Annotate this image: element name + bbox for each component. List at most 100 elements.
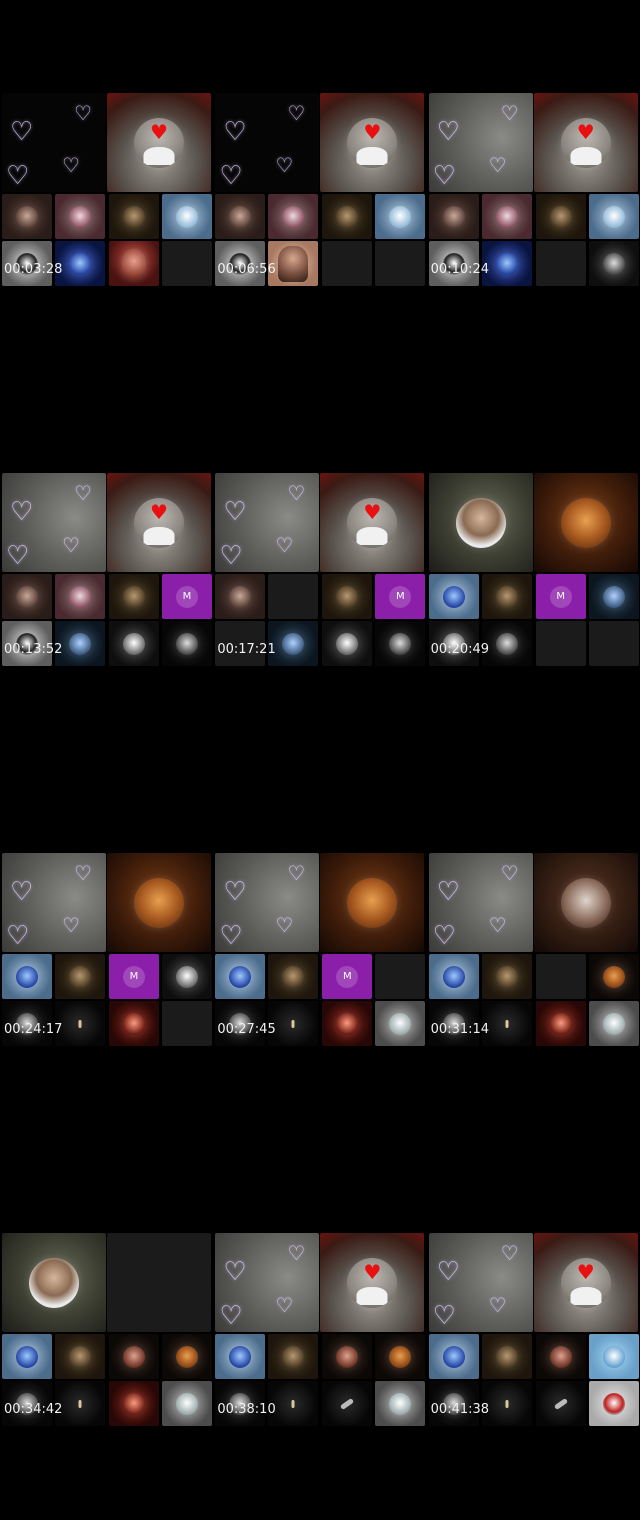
participant-tile-large — [107, 1233, 211, 1332]
heart-bubble-icon: ♡ — [223, 117, 247, 147]
avatar — [176, 205, 198, 228]
avatar — [176, 1345, 198, 1368]
heart-bubble-icon: ♡ — [219, 161, 243, 191]
participant-tile — [268, 194, 319, 239]
camera-video — [278, 245, 309, 282]
avatar — [123, 205, 145, 228]
participant-tile — [268, 621, 319, 666]
avatar — [16, 1345, 38, 1368]
participant-tile-large: ♥ — [320, 1233, 425, 1332]
avatar — [389, 1345, 412, 1368]
heart-bubble-icon: ♡ — [275, 913, 294, 937]
avatar — [495, 205, 518, 228]
participant-tile-large — [2, 1233, 106, 1332]
avatar — [229, 205, 252, 228]
participant-tile — [162, 194, 212, 239]
participant-tile-large: ♡ ♡ ♡ ♡ — [215, 93, 320, 192]
participant-tile — [535, 1001, 586, 1046]
heart-bubble-icon: ♡ — [436, 877, 460, 907]
participant-tile — [162, 1381, 212, 1426]
participant-tile — [55, 1001, 105, 1046]
heart-bubble-icon: ♡ — [488, 153, 507, 177]
participant-tile — [428, 194, 479, 239]
heart-bubble-icon: ♡ — [436, 117, 460, 147]
avatar — [176, 632, 198, 655]
heart-bubble-icon: ♡ — [275, 533, 294, 557]
participant-tile — [375, 194, 426, 239]
participant-tile — [2, 574, 52, 619]
video-grid: ♡ ♡ ♡ ♡ ♥ — [215, 1233, 426, 1428]
participant-tile-large — [533, 853, 638, 952]
avatar — [495, 1345, 518, 1368]
heart-bubble-icon: ♡ — [6, 921, 30, 951]
heart-bubble-icon: ♡ — [219, 1301, 243, 1331]
heart-bubble-icon: ♡ — [500, 1241, 519, 1265]
participant-tile — [322, 1001, 373, 1046]
participant-tile — [109, 1001, 159, 1046]
participant-tile — [55, 241, 105, 286]
heart-icon: ♥ — [150, 119, 168, 144]
heart-bubble-icon: ♡ — [10, 497, 34, 527]
participant-tile — [268, 1334, 319, 1379]
thumbnail-frame: ♡ ♡ ♡ ♡ M 00:27:45 — [213, 760, 426, 1140]
avatar — [336, 1345, 359, 1368]
timestamp: 00:10:24 — [430, 262, 490, 277]
participant-tile — [322, 574, 373, 619]
participant-tile — [428, 954, 479, 999]
participant-tile-large: ♡ ♡ ♡ ♡ — [2, 853, 106, 952]
participant-tile — [268, 1001, 319, 1046]
avatar — [134, 877, 184, 928]
heart-icon: ♥ — [150, 499, 168, 524]
avatar — [495, 632, 518, 655]
avatar — [69, 252, 91, 275]
participant-tile — [55, 1381, 105, 1426]
timestamp: 00:06:56 — [217, 262, 276, 277]
participant-tile — [109, 241, 159, 286]
avatar: ♥ — [560, 1257, 611, 1308]
participant-tile — [428, 574, 479, 619]
participant-tile-large: ♡ ♡ ♡ ♡ — [2, 473, 106, 572]
avatar: M — [176, 585, 198, 608]
video-grid: ♡ ♡ ♡ ♡ — [428, 853, 639, 1048]
participant-tile — [109, 574, 159, 619]
video-grid — [2, 1233, 212, 1428]
video-contact-sheet: ♡ ♡ ♡ ♡ ♥ 00:03:28 ♡ ♡ ♡ ♡ ♥ 00:06:56 ♡ ♡ ♡ ♡ ♥ 00:10:24 ♡… — [0, 0, 640, 1518]
shirt — [356, 526, 388, 545]
heart-bubble-icon: ♡ — [62, 153, 80, 177]
participant-tile — [215, 574, 266, 619]
participant-tile — [375, 954, 426, 999]
timestamp: 00:20:49 — [430, 642, 490, 657]
participant-tile — [322, 1381, 373, 1426]
participant-tile: M — [322, 954, 373, 999]
timestamp: 00:17:21 — [217, 642, 276, 657]
heart-bubble-icon: ♡ — [287, 481, 306, 505]
avatar — [16, 965, 38, 988]
heart-bubble-icon: ♡ — [223, 497, 247, 527]
heart-icon: ♥ — [576, 1259, 595, 1284]
avatar — [389, 1012, 412, 1035]
avatar — [495, 965, 518, 988]
audio-indicator — [291, 1399, 295, 1408]
avatar: M — [389, 585, 412, 608]
avatar — [602, 1012, 625, 1035]
participant-tile: M — [375, 574, 426, 619]
participant-tile-large: ♡ ♡ ♡ ♡ — [215, 473, 320, 572]
avatar — [123, 1392, 145, 1415]
avatar — [495, 252, 518, 275]
thumbnail-frame: ♡ ♡ ♡ ♡ ♥ 00:10:24 — [427, 0, 640, 380]
heart-bubble-icon: ♡ — [488, 913, 507, 937]
video-grid: ♡ ♡ ♡ ♡ ♥ M — [215, 473, 426, 668]
avatar — [69, 585, 91, 608]
shirt — [143, 526, 175, 545]
thumbnail-frame: ♡ ♡ ♡ ♡ ♥ 00:41:38 — [427, 1140, 640, 1520]
participant-tile — [588, 574, 639, 619]
avatar — [602, 965, 625, 988]
avatar — [560, 877, 611, 928]
participant-tile-large: ♡ ♡ ♡ ♡ — [428, 1233, 533, 1332]
participant-tile — [268, 954, 319, 999]
heart-bubble-icon: ♡ — [432, 921, 456, 951]
participant-tile-large: ♥ — [320, 93, 425, 192]
shirt — [356, 1286, 388, 1305]
avatar — [16, 585, 38, 608]
audio-indicator — [505, 1019, 509, 1028]
